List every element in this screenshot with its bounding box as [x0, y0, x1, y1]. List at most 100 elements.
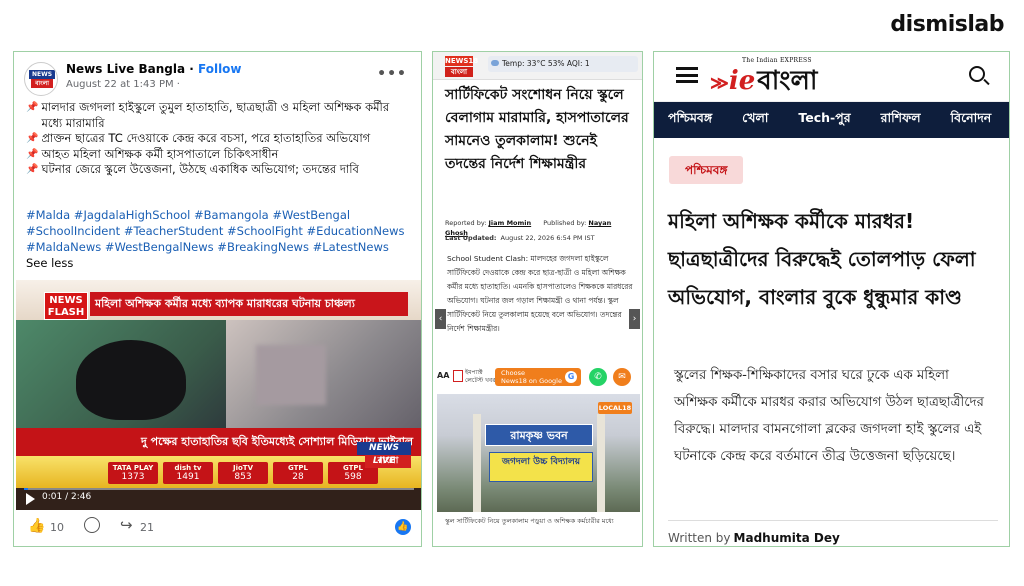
- author-name[interactable]: Madhumita Dey: [734, 531, 840, 545]
- photo-sign-school: জগদলা উচ্চ বিদ্যালয়: [489, 452, 593, 482]
- like-icon[interactable]: 👍: [28, 518, 45, 534]
- weather-text: Temp: 33°C 53% AQI: 1: [502, 59, 590, 68]
- logo-ie: ie: [728, 66, 756, 96]
- hamburger-menu-icon[interactable]: [676, 67, 698, 83]
- video-channel-logo: NEWS LIVE বাংলা: [357, 442, 411, 480]
- post-line-text: আহত মহিলা অশিক্ষক কর্মী হাসপাতালে চিকিৎস…: [41, 146, 279, 161]
- divider: [668, 520, 998, 521]
- news18-logo-bottom: বাংলা: [445, 67, 473, 77]
- video-time: 0:01 / 2:46: [42, 492, 92, 502]
- video-headline-banner: মহিলা অশিক্ষক কর্মীর মধ্যে ব্যাপক মারাধর…: [90, 292, 408, 316]
- video-logo-bottom: বাংলা: [365, 455, 411, 468]
- channel-list: TATA PLAY 1373 dish tv 1491 JioTV 853 GTPL 2…: [108, 462, 378, 484]
- pushpin-icon: 📌: [26, 148, 39, 160]
- nav-item-rashifal[interactable]: রাশিফল: [881, 110, 921, 130]
- article-photo: রামকৃষ্ণ ভবন জগদলা উচ্চ বিদ্যালয় LOCAL1…: [437, 394, 640, 512]
- pushpin-icon: 📌: [26, 133, 39, 144]
- pushpin-icon: 📌: [26, 102, 39, 113]
- post-line-text: ঘটনার জেরে স্কুলে উত্তেজনা, উঠছে একাধিক …: [41, 162, 359, 176]
- video-controls: 0:01 / 2:46: [16, 488, 421, 510]
- reporter-link[interactable]: Jiam Momin: [489, 219, 532, 227]
- follow-button[interactable]: Follow: [198, 62, 242, 76]
- video-progress-fill: [24, 488, 28, 490]
- share-icon[interactable]: ↪: [120, 516, 133, 534]
- channel-badge: TATA PLAY 1373: [108, 462, 158, 484]
- channel-badge: JioTV 853: [218, 462, 268, 484]
- facebook-post-panel: NEWS LIVE বাংলা News Live Bangla · Follo…: [13, 51, 422, 547]
- article-headline: সার্টিফিকেট সংশোধন নিয়ে স্কুলে বেলাগাম …: [445, 87, 629, 172]
- nav-item-khela[interactable]: খেলা: [742, 110, 768, 130]
- logo-mark-icon: ≫: [710, 73, 729, 94]
- bookmark-icon[interactable]: [453, 370, 463, 382]
- share-count: 21: [140, 521, 154, 534]
- post-line: 📌 ঘটনার জেরে স্কুলে উত্তেজনা, উঠছে একাধিক…: [26, 162, 411, 178]
- post-line: 📌 মালদার জগদলা হাইস্কুলে তুমুল হাতাহাতি, …: [26, 100, 411, 131]
- name-separator: ·: [185, 62, 198, 76]
- post-text: 📌 মালদার জগদলা হাইস্কুলে তুমুল হাতাহাতি, …: [26, 100, 411, 178]
- page-avatar[interactable]: NEWS LIVE বাংলা: [24, 62, 58, 96]
- screenshot-collage: dismislab NEWS LIVE বাংলা News Live Bang…: [0, 0, 1024, 586]
- news18-logo-top: NEWS18: [445, 56, 479, 66]
- ie-header: The Indian EXPRESS ≫ieবাংলা: [654, 52, 1009, 104]
- play-icon[interactable]: [26, 493, 35, 505]
- news18-topbar: NEWS18 বাংলা Temp: 33°C 53% AQI: 1: [433, 52, 642, 82]
- updated-date: August 22, 2026 6:54 PM IST: [500, 234, 595, 242]
- font-size-button[interactable]: AA: [437, 371, 449, 380]
- logo-bangla: বাংলা: [757, 66, 818, 96]
- post-line-text: প্রাক্তন ছাত্রের TC দেওয়াকে কেন্দ্র করে…: [41, 131, 371, 145]
- article-lead: স্কুলের শিক্ষক-শিক্ষিকাদের বসার ঘরে ঢুকে…: [674, 368, 984, 464]
- section-nav: পশ্চিমবঙ্গ খেলা Tech-পুর রাশিফল বিনোদন: [654, 102, 1009, 138]
- author-line: Written by Madhumita Dey: [668, 531, 840, 545]
- see-less-link[interactable]: See less: [26, 256, 73, 270]
- article-headline: মহিলা অশিক্ষক কর্মীকে মারধর! ছাত্রছাত্রী…: [668, 209, 976, 309]
- carousel-right-arrow-icon[interactable]: ›: [629, 309, 640, 329]
- article-summary: School Student Clash: মালদহের জগদলা হাইস…: [447, 254, 633, 333]
- news-flash-badge: NEWS FLASH: [44, 292, 88, 320]
- hashtag-list[interactable]: #Malda #JagdalaHighSchool #Bamangola #We…: [26, 208, 405, 254]
- nav-item-binodon[interactable]: বিনোদন: [951, 110, 992, 130]
- last-updated: Last Updated: August 22, 2026 6:54 PM IST: [445, 234, 595, 242]
- carousel-left-arrow-icon[interactable]: ‹: [435, 309, 446, 329]
- whatsapp-icon[interactable]: ✆: [589, 368, 607, 386]
- photo-pillar: [473, 414, 481, 512]
- updated-label: Last Updated:: [445, 234, 497, 242]
- nav-item-techpur[interactable]: Tech-পুর: [798, 110, 850, 130]
- comment-icon[interactable]: [84, 517, 100, 533]
- article-action-bar: AA ইমপ্যাক্ট লেটেস্ট খবর Choose News18 on …: [437, 366, 638, 388]
- reported-label: Reported by:: [445, 219, 487, 227]
- impact-label: ইমপ্যাক্ট লেটেস্ট খবর: [465, 369, 496, 384]
- published-label: Published by:: [543, 219, 587, 227]
- more-options-icon[interactable]: •••: [377, 66, 407, 82]
- page-name-row: News Live Bangla · Follow: [66, 62, 242, 76]
- category-chip[interactable]: পশ্চিমবঙ্গ: [669, 156, 744, 184]
- post-timestamp[interactable]: August 22 at 1:43 PM ·: [66, 79, 180, 90]
- nav-item-paschimbanga[interactable]: পশ্চিমবঙ্গ: [668, 110, 712, 130]
- avatar-text-bottom: বাংলা: [31, 79, 53, 88]
- video-logo-top: NEWS LIVE: [357, 442, 411, 466]
- brand-logo: dismislab: [890, 12, 1004, 37]
- choose-google-button[interactable]: Choose News18 on Google G: [495, 368, 581, 386]
- pushpin-icon: 📌: [26, 164, 39, 175]
- local18-badge: LOCAL18: [598, 402, 632, 414]
- weather-widget: Temp: 33°C 53% AQI: 1: [488, 56, 638, 72]
- news18-logo[interactable]: NEWS18 বাংলা: [445, 56, 479, 82]
- channel-badge: GTPL 28: [273, 462, 323, 484]
- avatar-text-top: NEWS LIVE: [29, 70, 55, 87]
- post-line-text: মালদার জগদলা হাইস্কুলে তুমুল হাতাহাতি, ছ…: [41, 100, 390, 130]
- written-by-label: Written by: [668, 531, 731, 545]
- ie-bangla-logo[interactable]: ≫ieবাংলা: [710, 60, 817, 104]
- post-line: 📌 আহত মহিলা অশিক্ষক কর্মী হাসপাতালে চিকিৎ…: [26, 147, 411, 163]
- photo-sign-building: রামকৃষ্ণ ভবন: [485, 424, 593, 446]
- like-count: 10: [50, 521, 64, 534]
- comment-icon[interactable]: ✉: [613, 368, 631, 386]
- search-icon[interactable]: [969, 66, 985, 82]
- channel-badge: dish tv 1491: [163, 462, 213, 484]
- hashtags[interactable]: #Malda #JagdalaHighSchool #Bamangola #We…: [26, 207, 413, 271]
- news18-article-panel: NEWS18 বাংলা Temp: 33°C 53% AQI: 1 সার্ট…: [432, 51, 643, 547]
- page-name-link[interactable]: News Live Bangla: [66, 62, 185, 76]
- video-player[interactable]: NEWS FLASH মহিলা অশিক্ষক কর্মীর মধ্যে ব্…: [16, 280, 421, 510]
- photo-caption: স্কুল সার্টিফিকেট নিয়ে তুলকালাম পড়ুয়া…: [445, 517, 614, 525]
- photo-pillar: [597, 414, 605, 512]
- video-progress-bar[interactable]: [24, 488, 414, 490]
- video-blurred-area: [256, 345, 326, 405]
